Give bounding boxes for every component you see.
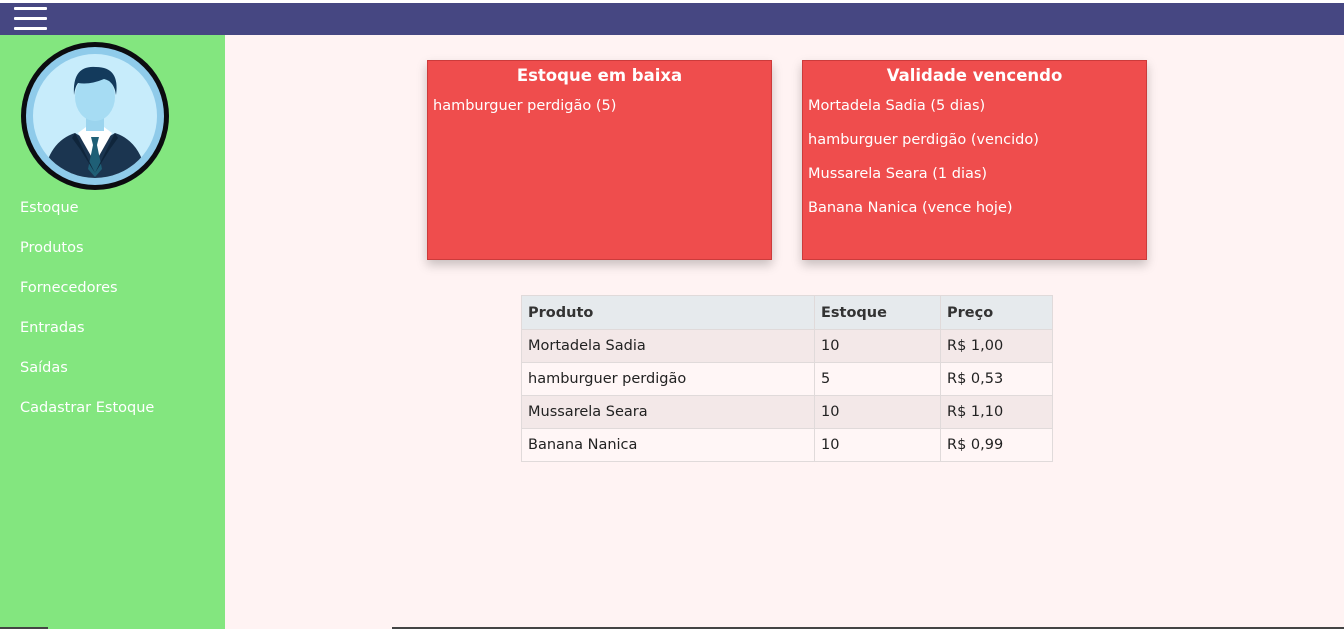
low-stock-title: Estoque em baixa [516,66,683,85]
products-table: Produto Estoque Preço Mortadela Sadia 10… [521,295,1053,462]
hamburger-menu-icon[interactable] [14,6,48,32]
table-header-row: Produto Estoque Preço [521,295,1053,330]
user-avatar-icon [20,41,170,191]
expiring-item: Banana Nanica (vence hoje) [808,200,1013,216]
expiring-list: Mortadela Sadia (5 dias) hamburguer perd… [803,95,1146,231]
cell-estoque: 5 [814,362,941,396]
expiring-title: Validade vencendo [886,66,1063,85]
cell-preco: R$ 0,99 [940,428,1053,462]
cell-produto: Mussarela Seara [521,395,815,429]
cell-estoque: 10 [814,329,941,363]
sidebar-item-estoque[interactable]: Estoque [20,197,154,237]
sidebar-nav: Estoque Produtos Fornecedores Entradas S… [20,197,154,437]
header-produto: Produto [521,295,815,330]
sidebar-item-cadastrar-estoque[interactable]: Cadastrar Estoque [20,397,154,437]
low-stock-item: hamburguer perdigão (5) [433,98,617,114]
top-bar [0,3,1344,35]
header-preco: Preço [940,295,1053,330]
cell-estoque: 10 [814,428,941,462]
cell-preco: R$ 1,00 [940,329,1053,363]
table-row: hamburguer perdigão 5 R$ 0,53 [521,362,1053,396]
cell-preco: R$ 1,10 [940,395,1053,429]
sidebar-item-entradas[interactable]: Entradas [20,317,154,357]
cell-produto: Mortadela Sadia [521,329,815,363]
expiring-item: Mortadela Sadia (5 dias) [808,98,986,114]
sidebar-item-fornecedores[interactable]: Fornecedores [20,277,154,317]
expiring-item: hamburguer perdigão (vencido) [808,132,1039,148]
expiring-card: Validade vencendo Mortadela Sadia (5 dia… [802,60,1147,260]
sidebar-item-produtos[interactable]: Produtos [20,237,154,277]
cell-estoque: 10 [814,395,941,429]
table-row: Mussarela Seara 10 R$ 1,10 [521,395,1053,429]
low-stock-card: Estoque em baixa hamburguer perdigão (5) [427,60,772,260]
cell-preco: R$ 0,53 [940,362,1053,396]
table-row: Mortadela Sadia 10 R$ 1,00 [521,329,1053,363]
cell-produto: Banana Nanica [521,428,815,462]
cell-produto: hamburguer perdigão [521,362,815,396]
table-row: Banana Nanica 10 R$ 0,99 [521,428,1053,462]
sidebar-item-saidas[interactable]: Saídas [20,357,154,397]
products-table-wrapper: Produto Estoque Preço Mortadela Sadia 10… [521,295,1053,462]
sidebar: Estoque Produtos Fornecedores Entradas S… [0,35,225,629]
header-estoque: Estoque [814,295,941,330]
low-stock-list: hamburguer perdigão (5) [428,95,771,129]
expiring-item: Mussarela Seara (1 dias) [808,166,988,182]
